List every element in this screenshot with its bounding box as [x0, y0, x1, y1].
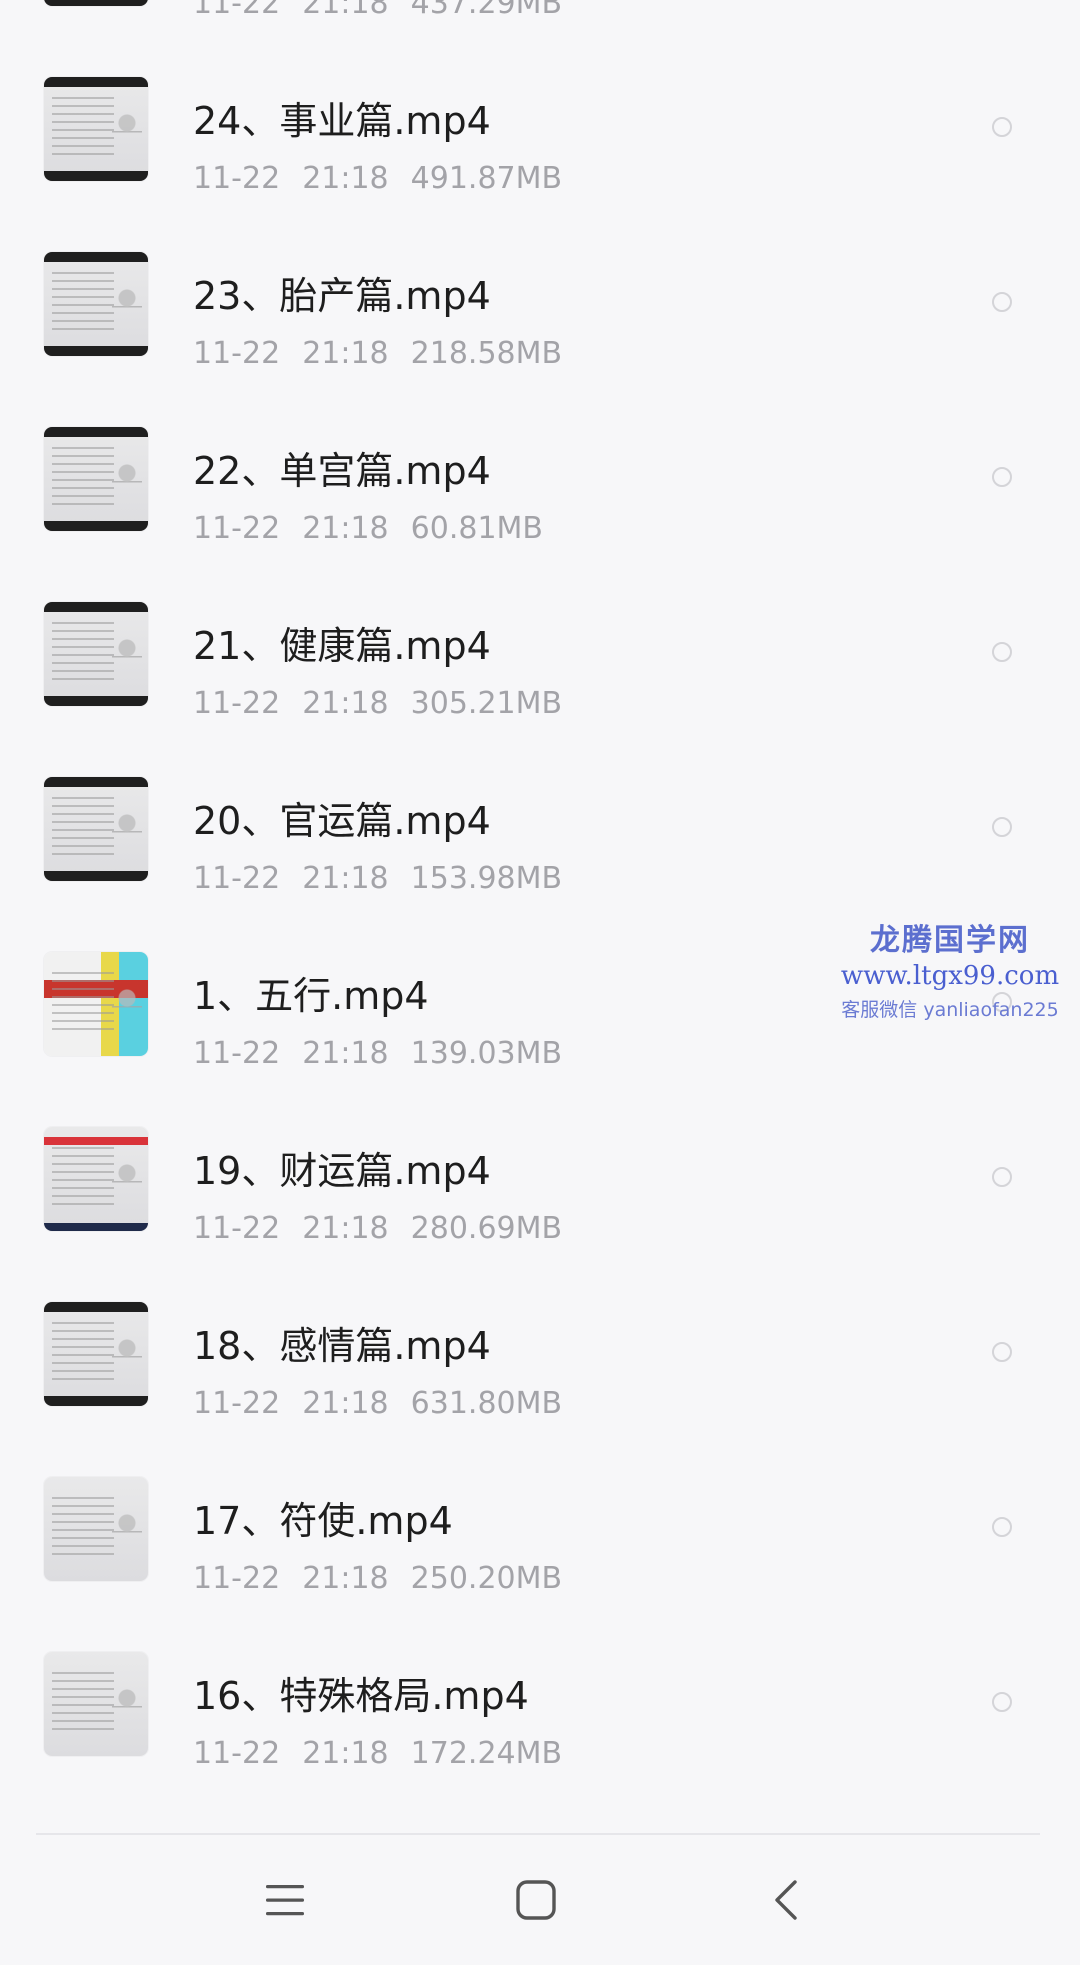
back-icon	[775, 1880, 797, 1920]
file-row[interactable]: 17、符使.mp4 11-22 21:18 250.20MB	[0, 1429, 1080, 1604]
select-radio[interactable]	[992, 1167, 1012, 1187]
file-date: 11-22	[193, 1561, 281, 1596]
file-meta: 11-22 21:18 218.58MB	[193, 337, 584, 370]
file-list: 11-22 21:18 437.29MB 24、事业篇.mp4 11-22 21:18 49…	[0, 0, 1080, 1779]
file-meta: 11-22 21:18 153.98MB	[193, 862, 584, 895]
file-time: 21:18	[302, 1561, 389, 1596]
file-time: 21:18	[302, 686, 389, 721]
select-radio[interactable]	[992, 1342, 1012, 1362]
file-time: 21:18	[302, 0, 389, 21]
file-size: 250.20MB	[410, 1561, 563, 1596]
file-row[interactable]: 18、感情篇.mp4 11-22 21:18 631.80MB	[0, 1254, 1080, 1429]
watermark: 龙腾国学网 www.ltgx99.com 客服微信 yanliaofan225	[820, 915, 1080, 1022]
watermark-title: 龙腾国学网	[870, 923, 1030, 958]
file-row[interactable]: 19、财运篇.mp4 11-22 21:18 280.69MB	[0, 1079, 1080, 1254]
file-meta: 11-22 21:18 631.80MB	[193, 1387, 584, 1420]
file-row[interactable]: 23、胎产篇.mp4 11-22 21:18 218.58MB	[0, 204, 1080, 379]
file-time: 21:18	[302, 1211, 389, 1246]
video-thumbnail-icon	[44, 252, 148, 356]
select-radio[interactable]	[992, 817, 1012, 837]
file-size: 172.24MB	[410, 1736, 563, 1771]
select-radio[interactable]	[992, 117, 1012, 137]
select-radio[interactable]	[992, 467, 1012, 487]
file-time: 21:18	[302, 1736, 389, 1771]
file-name: 23、胎产篇.mp4	[193, 274, 491, 318]
file-meta: 11-22 21:18 437.29MB	[193, 0, 584, 20]
file-meta: 11-22 21:18 280.69MB	[193, 1212, 584, 1245]
file-size: 280.69MB	[410, 1211, 563, 1246]
select-radio[interactable]	[992, 292, 1012, 312]
file-time: 21:18	[302, 336, 389, 371]
file-size: 153.98MB	[410, 861, 563, 896]
file-name: 18、感情篇.mp4	[193, 1324, 491, 1368]
video-thumbnail-icon	[44, 777, 148, 881]
file-date: 11-22	[193, 1211, 281, 1246]
file-meta: 11-22 21:18 305.21MB	[193, 687, 584, 720]
back-button[interactable]	[746, 1865, 826, 1935]
video-thumbnail-icon	[44, 1127, 148, 1231]
file-time: 21:18	[302, 1036, 389, 1071]
select-radio[interactable]	[992, 642, 1012, 662]
home-button[interactable]	[496, 1865, 576, 1935]
file-name: 24、事业篇.mp4	[193, 99, 491, 143]
file-date: 11-22	[193, 1036, 281, 1071]
video-thumbnail-icon	[44, 0, 148, 6]
file-row[interactable]: 21、健康篇.mp4 11-22 21:18 305.21MB	[0, 554, 1080, 729]
file-size: 218.58MB	[410, 336, 563, 371]
file-size: 139.03MB	[410, 1036, 563, 1071]
watermark-url: www.ltgx99.com	[840, 961, 1060, 991]
file-meta: 11-22 21:18 172.24MB	[193, 1737, 584, 1770]
file-row[interactable]: 22、单宫篇.mp4 11-22 21:18 60.81MB	[0, 379, 1080, 554]
video-thumbnail-icon	[44, 1302, 148, 1406]
file-name: 16、特殊格局.mp4	[193, 1674, 529, 1718]
file-name: 17、符使.mp4	[193, 1499, 453, 1543]
file-name: 19、财运篇.mp4	[193, 1149, 491, 1193]
file-date: 11-22	[193, 1386, 281, 1421]
file-size: 437.29MB	[410, 0, 563, 21]
video-thumbnail-icon	[44, 77, 148, 181]
file-time: 21:18	[302, 861, 389, 896]
video-thumbnail-icon	[44, 602, 148, 706]
file-row[interactable]: 11-22 21:18 437.29MB	[0, 0, 1080, 29]
file-date: 11-22	[193, 686, 281, 721]
file-name: 1、五行.mp4	[193, 974, 429, 1018]
file-time: 21:18	[302, 161, 389, 196]
file-date: 11-22	[193, 1736, 281, 1771]
file-size: 631.80MB	[410, 1386, 563, 1421]
file-date: 11-22	[193, 511, 281, 546]
video-thumbnail-icon	[44, 952, 148, 1056]
file-time: 21:18	[302, 511, 389, 546]
file-meta: 11-22 21:18 491.87MB	[193, 162, 584, 195]
file-meta: 11-22 21:18 250.20MB	[193, 1562, 584, 1595]
file-meta: 11-22 21:18 139.03MB	[193, 1037, 584, 1070]
file-date: 11-22	[193, 336, 281, 371]
file-size: 60.81MB	[410, 511, 544, 546]
file-name: 20、官运篇.mp4	[193, 799, 491, 843]
file-date: 11-22	[193, 861, 281, 896]
video-thumbnail-icon	[44, 1477, 148, 1581]
file-row[interactable]: 16、特殊格局.mp4 11-22 21:18 172.24MB	[0, 1604, 1080, 1779]
file-size: 305.21MB	[410, 686, 563, 721]
menu-button[interactable]	[245, 1865, 325, 1935]
select-radio[interactable]	[992, 1692, 1012, 1712]
menu-icon	[266, 1885, 304, 1916]
video-thumbnail-icon	[44, 427, 148, 531]
file-list-screen: 11-22 21:18 437.29MB 24、事业篇.mp4 11-22 21:18 49…	[0, 0, 1080, 1965]
file-row[interactable]: 20、官运篇.mp4 11-22 21:18 153.98MB	[0, 729, 1080, 904]
file-name: 21、健康篇.mp4	[193, 624, 491, 668]
file-meta: 11-22 21:18 60.81MB	[193, 512, 565, 545]
home-icon	[516, 1880, 556, 1920]
watermark-contact: 客服微信 yanliaofan225	[841, 999, 1059, 1021]
file-size: 491.87MB	[410, 161, 563, 196]
select-radio[interactable]	[992, 1517, 1012, 1537]
file-time: 21:18	[302, 1386, 389, 1421]
video-thumbnail-icon	[44, 1652, 148, 1756]
file-date: 11-22	[193, 161, 281, 196]
file-date: 11-22	[193, 0, 281, 21]
system-navbar	[0, 1835, 1080, 1965]
file-row[interactable]: 24、事业篇.mp4 11-22 21:18 491.87MB	[0, 29, 1080, 204]
file-name: 22、单宫篇.mp4	[193, 449, 491, 493]
